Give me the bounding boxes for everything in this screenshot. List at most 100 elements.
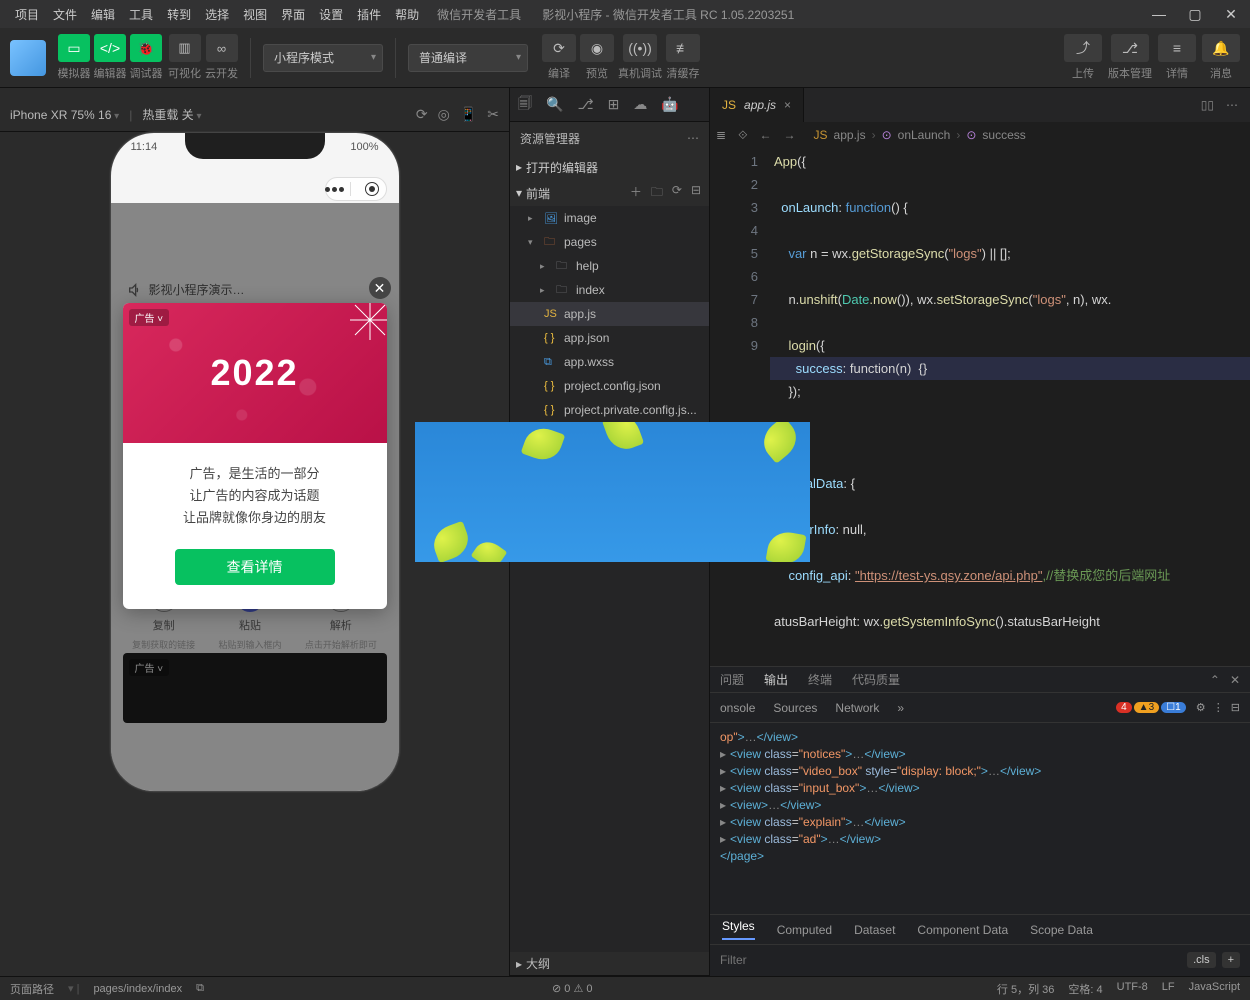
plus-button[interactable]: + [1222, 952, 1240, 968]
status-lang[interactable]: JavaScript [1189, 981, 1240, 997]
wx-capsule[interactable] [325, 177, 387, 201]
cls-button[interactable]: .cls [1187, 952, 1216, 968]
dt-close-icon[interactable]: ✕ [1230, 673, 1240, 687]
code-area[interactable]: 123456789 App({ onLaunch: function() { v… [710, 148, 1250, 666]
dt-network[interactable]: Network [835, 701, 879, 715]
menu-view[interactable]: 视图 [236, 2, 274, 27]
fwd-icon[interactable]: → [784, 128, 796, 143]
status-lincol[interactable]: 行 5，列 36 [997, 981, 1054, 997]
dt-problems[interactable]: 问题 [720, 671, 744, 688]
more-editor-icon[interactable]: ⋯ [1226, 98, 1238, 112]
refresh-tree-icon[interactable]: ⟳ [672, 183, 682, 204]
phone-icon[interactable]: 📱 [460, 106, 477, 123]
menu-help[interactable]: 帮助 [388, 2, 426, 27]
newfile-icon[interactable]: ＋ [630, 183, 642, 204]
dataset-tab[interactable]: Dataset [854, 923, 895, 937]
menu-tool[interactable]: 工具 [122, 2, 160, 27]
compdata-tab[interactable]: Component Data [917, 923, 1008, 937]
dt-collapse-icon[interactable]: ⌃ [1210, 673, 1220, 687]
list-icon[interactable]: ≣ [716, 128, 726, 143]
refresh-icon[interactable]: ⟳ [416, 106, 428, 123]
newfolder-icon[interactable]: 🗀 [651, 183, 663, 204]
dt-console[interactable]: onsole [720, 701, 755, 715]
details-button[interactable]: ≡ [1158, 34, 1196, 62]
robot-tab-icon[interactable]: 🤖 [661, 96, 678, 113]
back-icon[interactable]: ← [760, 128, 772, 143]
status-errors[interactable]: ⊘ 0 ⚠ 0 [552, 982, 593, 995]
upload-button[interactable]: ⤴ [1064, 34, 1102, 62]
compile-select[interactable]: 普通编译 [408, 44, 528, 72]
styles-tab[interactable]: Styles [722, 919, 755, 940]
more-icon[interactable]: ⋯ [687, 131, 699, 145]
file-app.json[interactable]: { }app.json [510, 326, 709, 350]
remote-button[interactable]: ((•)) [623, 34, 657, 62]
styles-filter-input[interactable] [720, 953, 1181, 967]
clearcache-button[interactable]: ≢ [666, 34, 700, 62]
editor-tab-appjs[interactable]: JSapp.js× [710, 88, 804, 122]
status-eol[interactable]: LF [1162, 981, 1175, 997]
avatar[interactable] [10, 40, 46, 76]
ext-tab-icon[interactable]: ⊞ [608, 96, 620, 113]
menu-settings[interactable]: 设置 [312, 2, 350, 27]
scopedata-tab[interactable]: Scope Data [1030, 923, 1093, 937]
dt-codequality[interactable]: 代码质量 [852, 671, 900, 688]
bookmark-icon[interactable]: ⟐ [738, 128, 747, 143]
ad-detail-button[interactable]: 查看详情 [175, 549, 335, 585]
dt-output[interactable]: 输出 [764, 671, 788, 688]
file-image[interactable]: ▸🖼image [510, 206, 709, 230]
file-project.private.config.js...[interactable]: { }project.private.config.js... [510, 398, 709, 422]
crumb-fn2[interactable]: success [982, 128, 1025, 142]
cloud-tab-icon[interactable]: ☁ [633, 96, 647, 113]
file-project.config.json[interactable]: { }project.config.json [510, 374, 709, 398]
simulator-button[interactable]: ▭ [58, 34, 90, 62]
dt-terminal[interactable]: 终端 [808, 671, 832, 688]
file-app.wxss[interactable]: ⧉app.wxss [510, 350, 709, 374]
dt-more[interactable]: » [897, 701, 904, 715]
outline-section[interactable]: ▸大纲 [510, 952, 709, 976]
files-tab-icon[interactable]: 🗐 [518, 93, 532, 117]
menu-file[interactable]: 文件 [46, 2, 84, 27]
file-help[interactable]: ▸🗀help [510, 254, 709, 278]
record-icon[interactable]: ◎ [438, 106, 450, 123]
copy-path-icon[interactable]: ⧉ [196, 982, 204, 995]
mode-select[interactable]: 小程序模式 [263, 44, 383, 72]
computed-tab[interactable]: Computed [777, 923, 832, 937]
cloud-button[interactable]: ∞ [206, 34, 238, 62]
messages-button[interactable]: 🔔 [1202, 34, 1240, 62]
menu-select[interactable]: 选择 [198, 2, 236, 27]
crumb-file[interactable]: app.js [834, 128, 866, 142]
minimize-button[interactable]: — [1148, 6, 1170, 23]
hotreload-toggle[interactable]: 热重载 关 [142, 106, 201, 123]
menu-project[interactable]: 项目 [8, 2, 46, 27]
status-encoding[interactable]: UTF-8 [1117, 981, 1148, 997]
status-indent[interactable]: 空格: 4 [1068, 981, 1102, 997]
branch-tab-icon[interactable]: ⎇ [577, 96, 593, 113]
file-pages[interactable]: ▾🗀pages [510, 230, 709, 254]
debugger-button[interactable]: 🐞 [130, 34, 162, 62]
device-select[interactable]: iPhone XR 75% 16 [10, 108, 119, 122]
preview-button[interactable]: ◉ [580, 34, 614, 62]
dt-sources[interactable]: Sources [773, 701, 817, 715]
file-index[interactable]: ▸🗀index [510, 278, 709, 302]
open-editors-section[interactable]: ▸打开的编辑器 [510, 154, 709, 180]
modal-close-button[interactable]: ✕ [369, 277, 391, 299]
pagepath-value[interactable]: pages/index/index [93, 983, 182, 995]
version-button[interactable]: ⎇ [1111, 34, 1149, 62]
cut-icon[interactable]: ✂ [487, 106, 499, 123]
dt-badges[interactable]: 4 ▲3 ☐1 ⚙ ⋮ ⊟ [1116, 701, 1240, 714]
maximize-button[interactable]: ▢ [1184, 6, 1206, 23]
menu-edit[interactable]: 编辑 [84, 2, 122, 27]
split-icon[interactable]: ▯▯ [1201, 98, 1214, 112]
close-button[interactable]: ✕ [1220, 6, 1242, 23]
search-tab-icon[interactable]: 🔍 [546, 96, 563, 113]
editor-button[interactable]: </> [94, 34, 126, 62]
menu-goto[interactable]: 转到 [160, 2, 198, 27]
file-app.js[interactable]: JSapp.js [510, 302, 709, 326]
front-section[interactable]: ▾前端 ＋🗀⟳⊟ [510, 180, 709, 206]
menu-ui[interactable]: 界面 [274, 2, 312, 27]
compile-button[interactable]: ⟳ [542, 34, 576, 62]
visual-button[interactable]: ▥ [169, 34, 201, 62]
menu-plugins[interactable]: 插件 [350, 2, 388, 27]
dt-gear-icon[interactable]: ⚙ [1196, 701, 1206, 714]
ad-tag[interactable]: 广告 [129, 309, 170, 326]
